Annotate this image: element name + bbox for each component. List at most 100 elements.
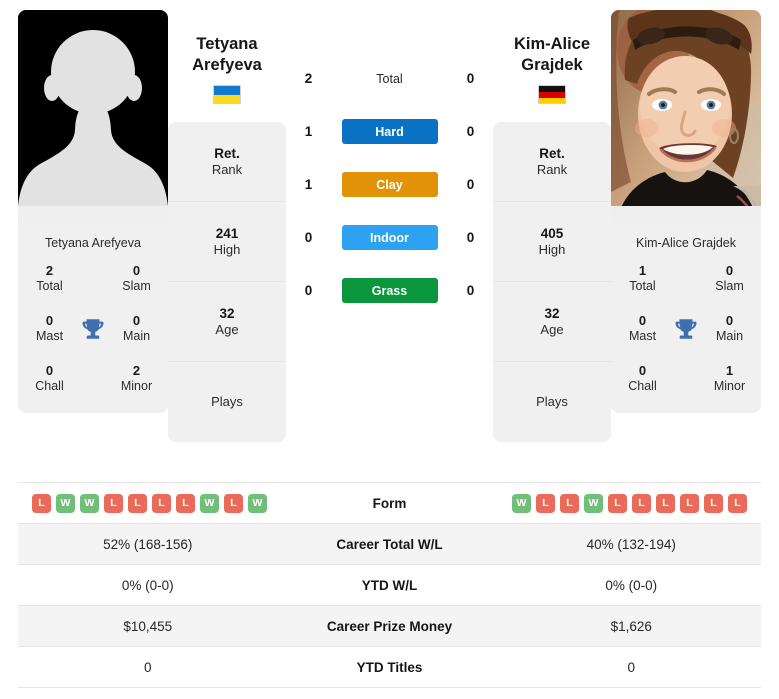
table-row-ytd-titles: 0 YTD Titles 0 bbox=[18, 647, 761, 688]
titles-slam-label-right: Slam bbox=[715, 279, 744, 294]
rank-row-high-right: 405 High bbox=[493, 202, 611, 283]
career-prize-money-right: $1,626 bbox=[610, 618, 652, 634]
titles-main-value-left: 0 bbox=[132, 312, 141, 328]
trophy-icon bbox=[666, 316, 706, 342]
age-label-left: Age bbox=[215, 322, 239, 338]
stat-label-form: Form bbox=[372, 495, 407, 511]
form-badge-loss: L bbox=[656, 493, 675, 513]
titles-slam-label-left: Slam bbox=[122, 279, 151, 294]
table-row-ytd-wl: 0% (0-0) YTD W/L 0% (0-0) bbox=[18, 565, 761, 606]
flag-ukraine-icon bbox=[213, 85, 241, 105]
surface-total-left-value: 2 bbox=[304, 71, 313, 86]
titles-mast-left: 0 Mast bbox=[26, 313, 73, 345]
ytd-wl-right: 0% (0-0) bbox=[605, 577, 658, 593]
surface-grass-left-value: 0 bbox=[304, 283, 313, 298]
rank-row-high-left: 241 High bbox=[168, 202, 286, 283]
titles-chall-left: 0 Chall bbox=[26, 363, 73, 395]
form-badges-left: LWWLLLLWLW bbox=[18, 493, 278, 513]
titles-main-value-right: 0 bbox=[725, 312, 734, 328]
surface-label-indoor: Indoor bbox=[341, 225, 438, 250]
rank-label-right: Rank bbox=[536, 162, 568, 178]
player-card-name-left: Tetyana Arefyeva bbox=[45, 236, 141, 250]
titles-total-value-left: 2 bbox=[45, 263, 54, 278]
player-name-left[interactable]: Tetyana Arefyeva bbox=[192, 34, 262, 75]
titles-minor-value-left: 2 bbox=[132, 362, 141, 378]
stat-label-career-total-wl: Career Total W/L bbox=[336, 536, 443, 552]
player-first-name-right: Kim-Alice bbox=[513, 35, 591, 53]
surface-titles-column: 2 Total 0 1 Hard 0 1 Clay 0 0 Indoor 0 0 bbox=[286, 10, 493, 303]
comparison-top-area: Tetyana Arefyeva 2 Total 0 Slam 0 Mast 0… bbox=[0, 0, 779, 478]
form-badges-right: WLLWLLLLLL bbox=[502, 493, 762, 513]
titles-slam-left: 0 Slam bbox=[113, 263, 160, 295]
stat-label-career-prize-money: Career Prize Money bbox=[326, 618, 453, 634]
surface-row-total: 2 Total 0 bbox=[292, 66, 488, 91]
titles-mast-label-right: Mast bbox=[628, 329, 657, 344]
table-row-career-prize-money: $10,455 Career Prize Money $1,626 bbox=[18, 606, 761, 647]
titles-main-right: 0 Main bbox=[706, 313, 753, 345]
surface-clay-left-value: 1 bbox=[304, 177, 313, 192]
surface-hard-right-value: 0 bbox=[466, 124, 475, 139]
surface-label-grass: Grass bbox=[341, 278, 438, 303]
rank-row-rank-right: Ret. Rank bbox=[493, 122, 611, 203]
form-badge-loss: L bbox=[224, 493, 243, 513]
name-column-left: Tetyana Arefyeva Ret. Rank 241 High 32 A… bbox=[168, 10, 286, 443]
form-badge-win: W bbox=[584, 493, 603, 513]
high-rank-label-right: High bbox=[538, 242, 566, 258]
rank-row-age-left: 32 Age bbox=[168, 282, 286, 363]
surface-label-hard: Hard bbox=[341, 119, 438, 144]
form-badge-win: W bbox=[248, 493, 267, 513]
ytd-wl-left: 0% (0-0) bbox=[121, 577, 174, 593]
titles-mast-label-left: Mast bbox=[35, 329, 64, 344]
career-prize-money-left: $10,455 bbox=[123, 618, 173, 634]
titles-total-left: 2 Total bbox=[26, 263, 73, 295]
titles-chall-right: 0 Chall bbox=[619, 363, 666, 395]
surface-hard-left-value: 1 bbox=[304, 124, 313, 139]
titles-total-label-right: Total bbox=[629, 279, 656, 294]
plays-label-left: Plays bbox=[211, 393, 243, 409]
player-card-right[interactable]: Kim-Alice Grajdek 1 Total 0 Slam 0 Mast bbox=[611, 10, 761, 413]
titles-chall-value-right: 0 bbox=[638, 362, 647, 378]
surface-indoor-right-value: 0 bbox=[466, 230, 475, 245]
ranking-box-right: Ret. Rank 405 High 32 Age Plays bbox=[493, 122, 611, 443]
trophy-icon bbox=[73, 316, 113, 342]
flag-germany-icon bbox=[538, 85, 566, 105]
player-first-name-left: Tetyana bbox=[196, 35, 258, 53]
rank-label-left: Rank bbox=[211, 162, 243, 178]
player-card-name-right: Kim-Alice Grajdek bbox=[635, 236, 737, 250]
age-value-left: 32 bbox=[219, 305, 235, 321]
form-badge-loss: L bbox=[128, 493, 147, 513]
surface-row-indoor: 0 Indoor 0 bbox=[292, 225, 488, 250]
player-last-name-left: Arefyeva bbox=[192, 55, 262, 74]
ytd-titles-right: 0 bbox=[627, 659, 635, 675]
form-badge-loss: L bbox=[32, 493, 51, 513]
stat-label-ytd-titles: YTD Titles bbox=[356, 659, 423, 675]
form-badge-loss: L bbox=[680, 493, 699, 513]
surface-label-clay: Clay bbox=[341, 172, 438, 197]
surface-clay-right-value: 0 bbox=[466, 177, 475, 192]
form-badge-loss: L bbox=[176, 493, 195, 513]
surface-row-clay: 1 Clay 0 bbox=[292, 172, 488, 197]
form-badge-win: W bbox=[512, 493, 531, 513]
table-row-career-total-wl: 52% (168-156) Career Total W/L 40% (132-… bbox=[18, 524, 761, 565]
titles-chall-label-right: Chall bbox=[628, 379, 657, 393]
surface-row-grass: 0 Grass 0 bbox=[292, 278, 488, 303]
titles-total-value-right: 1 bbox=[638, 263, 647, 278]
titles-total-label-left: Total bbox=[36, 279, 63, 294]
career-total-wl-left: 52% (168-156) bbox=[103, 536, 193, 552]
form-badge-loss: L bbox=[608, 493, 627, 513]
titles-minor-label-right: Minor bbox=[713, 379, 746, 393]
titles-slam-value-right: 0 bbox=[725, 263, 734, 278]
player-comparison-page: Tetyana Arefyeva 2 Total 0 Slam 0 Mast 0… bbox=[0, 0, 779, 699]
stats-comparison-table: LWWLLLLWLW Form WLLWLLLLLL 52% (168-156)… bbox=[18, 482, 761, 688]
player-card-left[interactable]: Tetyana Arefyeva 2 Total 0 Slam 0 Mast 0… bbox=[18, 10, 168, 413]
titles-minor-label-left: Minor bbox=[120, 379, 153, 393]
titles-main-label-left: Main bbox=[122, 329, 151, 344]
plays-label-right: Plays bbox=[536, 393, 568, 409]
player-name-right[interactable]: Kim-Alice Grajdek bbox=[514, 34, 590, 75]
titles-grid-right: 1 Total 0 Slam 0 Mast 0 Main 0 Chall 1 M… bbox=[611, 263, 761, 413]
titles-chall-value-left: 0 bbox=[45, 362, 54, 378]
age-label-right: Age bbox=[540, 322, 564, 338]
titles-slam-right: 0 Slam bbox=[706, 263, 753, 295]
titles-mast-value-left: 0 bbox=[45, 312, 54, 328]
career-total-wl-right: 40% (132-194) bbox=[586, 536, 676, 552]
